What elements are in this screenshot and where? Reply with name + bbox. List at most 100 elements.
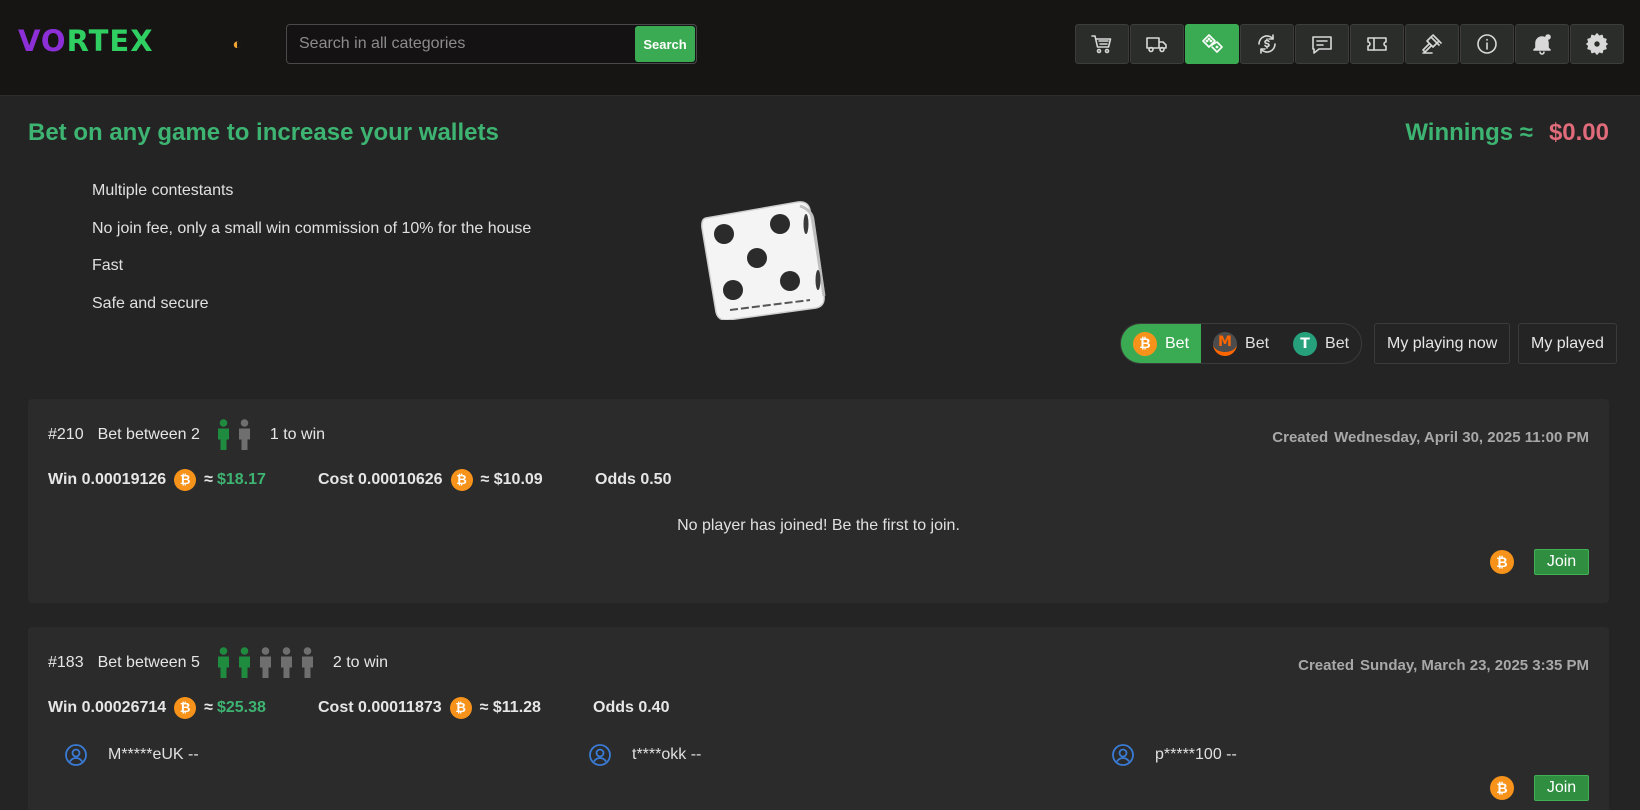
join-row: ₿ Join (1490, 549, 1589, 575)
bet-card: #183 Bet between 5 2 to win Created Sunda… (28, 627, 1609, 810)
cost-usd: ≈ $10.09 (480, 471, 543, 488)
logo-mark: VO (18, 24, 67, 58)
player-entry[interactable]: M*****eUK -- (64, 743, 199, 767)
feature-item: Safe and secure (92, 294, 209, 312)
player-joined-icon (237, 647, 252, 679)
main-nav (1075, 24, 1624, 64)
search-input[interactable] (287, 25, 635, 63)
filter-tether-bet[interactable]: T Bet (1281, 324, 1361, 363)
top-bar: VORTEX ◐ Search (0, 0, 1640, 96)
nav-games-button[interactable] (1185, 24, 1239, 64)
player-entry[interactable]: t****okk -- (588, 743, 701, 767)
player-joined-icon (216, 419, 231, 451)
nav-messages-button[interactable] (1295, 24, 1349, 64)
player-slots (216, 419, 252, 451)
bet-between-label: Bet between 2 (97, 426, 200, 443)
ticket-icon (1367, 37, 1387, 51)
win-amount: Win 0.00026714 (48, 699, 167, 716)
win-usd: $18.17 (216, 471, 266, 488)
player-entry[interactable]: p*****100 -- (1111, 743, 1237, 767)
half-moon-icon[interactable]: ◐ (228, 36, 246, 54)
nav-auctions-button[interactable] (1405, 24, 1459, 64)
nav-cart-button[interactable] (1075, 24, 1129, 64)
my-playing-now-button[interactable]: My playing now (1374, 323, 1511, 364)
bet-stats: Win 0.00026714 ₿ ≈ $25.38 Cost 0.00011873… (48, 697, 669, 719)
player-open-icon (279, 647, 294, 679)
winnings-label: Winnings ≈ (1405, 119, 1533, 146)
created-date: Wednesday, April 30, 2025 11:00 PM (1334, 429, 1589, 446)
join-button[interactable]: Join (1534, 549, 1589, 575)
vortex-logo[interactable]: VORTEX (18, 24, 154, 58)
player-slots (216, 647, 315, 679)
logo-text: RTEX (66, 24, 154, 58)
search-bar: Search (286, 24, 697, 64)
player-joined-icon (216, 647, 231, 679)
player-open-icon (258, 647, 273, 679)
join-row: ₿ Join (1490, 775, 1589, 801)
win-stat: Win 0.00026714 ₿ ≈ $25.38 (48, 697, 318, 719)
bitcoin-icon: ₿ (174, 469, 197, 491)
cost-usd: ≈ $11.28 (479, 699, 541, 716)
to-win-label: 1 to win (269, 426, 326, 443)
cost-amount: Cost 0.00011873 (318, 699, 442, 716)
bet-card: #210 Bet between 2 1 to win Created Wedne… (28, 399, 1609, 603)
win-usd-prefix: ≈ (204, 471, 213, 488)
created-timestamp: Created Sunday, March 23, 2025 3:35 PM (1298, 657, 1589, 674)
exchange-icon (1258, 34, 1276, 54)
cart-icon (1091, 35, 1112, 54)
feature-item: Multiple contestants (92, 182, 234, 199)
filter-label: Bet (1245, 334, 1270, 352)
created-timestamp: Created Wednesday, April 30, 2025 11:00 P… (1272, 429, 1589, 446)
bet-id: #183 (48, 654, 84, 671)
win-stat: Win 0.00019126 ₿ ≈ $18.17 (48, 469, 318, 491)
join-button[interactable]: Join (1534, 775, 1589, 801)
odds-stat: Odds 0.50 (595, 471, 671, 489)
dice-illustration (701, 201, 826, 320)
odds-stat: Odds 0.40 (593, 699, 669, 717)
nav-exchange-button[interactable] (1240, 24, 1294, 64)
created-date: Sunday, March 23, 2025 3:35 PM (1360, 657, 1589, 674)
user-icon (589, 744, 611, 766)
bitcoin-icon: ₿ (1490, 776, 1514, 800)
nav-info-button[interactable] (1460, 24, 1514, 64)
nav-tickets-button[interactable] (1350, 24, 1404, 64)
dice-icon (1202, 34, 1223, 53)
user-icon (65, 744, 87, 766)
win-usd: $25.38 (216, 699, 266, 716)
nav-shipping-button[interactable] (1130, 24, 1184, 64)
player-open-icon (237, 419, 252, 451)
feature-item: No join fee, only a small win commission… (92, 219, 532, 237)
player-name: t****okk -- (632, 746, 702, 763)
filter-monero-bet[interactable]: M Bet (1201, 324, 1281, 363)
odds-value: Odds 0.50 (595, 471, 672, 488)
filter-bitcoin-bet[interactable]: ₿ Bet (1121, 324, 1202, 363)
win-amount: Win 0.00019126 (48, 471, 167, 488)
gear-icon (1586, 33, 1608, 55)
gavel-icon (1422, 34, 1442, 54)
to-win-label: 2 to win (332, 654, 389, 671)
chat-icon (1312, 36, 1332, 54)
created-label: Created (1272, 429, 1329, 446)
bitcoin-icon: ₿ (450, 469, 473, 491)
page-title: Bet on any game to increase your wallets (28, 119, 499, 146)
my-played-button[interactable]: My played (1518, 323, 1617, 364)
feature-list: Multiple contestants No join fee, only a… (92, 182, 531, 332)
info-icon (1477, 34, 1497, 54)
nav-notifications-button[interactable] (1515, 24, 1569, 64)
coin-filter-group: ₿ Bet M Bet T Bet (1120, 323, 1363, 364)
bitcoin-icon: ₿ (174, 697, 197, 719)
bet-stats: Win 0.00019126 ₿ ≈ $18.17 Cost 0.00010626… (48, 469, 671, 491)
cost-stat: Cost 0.00011873 ₿ ≈ $11.28 (318, 697, 593, 719)
search-button[interactable]: Search (635, 26, 695, 62)
player-name: M*****eUK -- (108, 746, 199, 763)
filter-label: Bet (1325, 334, 1350, 352)
truck-icon (1146, 37, 1167, 53)
winnings-summary: Winnings ≈ $0.00 (1405, 119, 1609, 147)
created-label: Created (1298, 657, 1354, 674)
bitcoin-icon: ₿ (449, 697, 472, 719)
cost-amount: Cost 0.00010626 (318, 471, 443, 488)
bet-card-header: #183 Bet between 5 2 to win (48, 647, 388, 679)
bet-id: #210 (48, 426, 84, 443)
nav-settings-button[interactable] (1570, 24, 1624, 64)
bell-icon (1533, 34, 1551, 55)
